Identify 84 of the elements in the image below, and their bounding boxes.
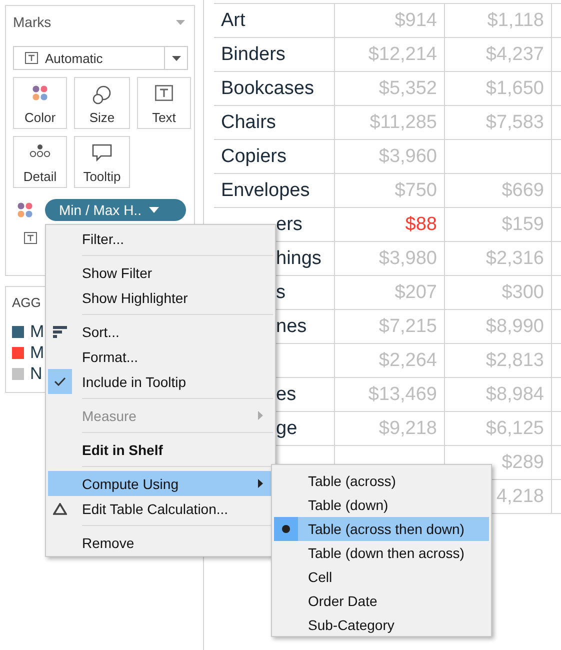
- menu-item[interactable]: Remove: [48, 530, 273, 555]
- table-cell: $750: [394, 180, 437, 202]
- sort-icon: [53, 326, 67, 338]
- row-label: Copiers: [221, 146, 286, 168]
- table-cell: $6,125: [486, 418, 544, 440]
- mark-property-button[interactable]: Detail: [13, 136, 67, 188]
- legend-title: AGG: [12, 295, 41, 310]
- legend-label: M: [30, 322, 44, 342]
- table-cell: $11,285: [370, 112, 437, 134]
- table-cell: $9,218: [378, 418, 437, 440]
- mark-property-button[interactable]: Tooltip: [74, 136, 130, 188]
- dropdown-arrow-icon[interactable]: [176, 20, 185, 24]
- row-label: es: [276, 384, 296, 406]
- table-cell: $8,984: [486, 384, 544, 406]
- row-label: Binders: [221, 44, 286, 66]
- table-cell: $13,469: [368, 384, 437, 406]
- table-cell: $159: [502, 214, 544, 236]
- text-icon: [25, 52, 38, 64]
- mark-property-button[interactable]: Color: [13, 77, 67, 129]
- menu-item[interactable]: Table (across then down): [274, 517, 489, 541]
- table-cell: $914: [394, 10, 437, 32]
- table-cell: $7,215: [378, 316, 437, 338]
- menu-item[interactable]: Show Highlighter: [48, 285, 273, 310]
- color-dots-icon: [32, 85, 48, 101]
- table-cell: $7,583: [486, 112, 544, 134]
- dots-icon: [29, 144, 51, 158]
- row-label: nes: [276, 316, 307, 338]
- menu-item[interactable]: Table (down): [274, 493, 489, 517]
- dropdown-arrow-icon: [172, 56, 180, 60]
- mark-property-button[interactable]: Size: [74, 77, 130, 129]
- menu-item[interactable]: Format...: [48, 344, 273, 369]
- row-label: ers: [276, 214, 302, 236]
- menu-item[interactable]: Order Date: [274, 589, 489, 613]
- bullet-icon: [282, 525, 290, 533]
- menu-item[interactable]: Sort...: [48, 319, 273, 344]
- menu-item[interactable]: Compute Using: [48, 471, 273, 496]
- table-cell: 4,218: [496, 486, 544, 508]
- table-cell: $207: [394, 282, 437, 304]
- menu-item[interactable]: Cell: [274, 565, 489, 589]
- table-cell: $88: [405, 214, 437, 236]
- mark-type-dropdown[interactable]: Automatic: [13, 46, 188, 70]
- menu-item[interactable]: Show Filter: [48, 260, 273, 285]
- table-cell: $2,316: [486, 248, 544, 270]
- submenu-arrow-icon: [258, 411, 263, 420]
- row-label: s: [276, 282, 286, 304]
- menu-item[interactable]: Table (across): [274, 469, 489, 493]
- row-label: Envelopes: [221, 180, 310, 202]
- row-label: Art: [221, 10, 246, 32]
- table-cell: $1,118: [487, 10, 544, 32]
- table-cell: $3,960: [378, 146, 437, 168]
- field-pill[interactable]: Min / Max H..: [45, 199, 186, 221]
- circles-icon: [92, 85, 112, 105]
- menu-item[interactable]: Include in Tooltip: [48, 369, 273, 394]
- delta-icon: [53, 502, 67, 514]
- menu-item[interactable]: Filter...: [48, 226, 273, 251]
- table-cell: $4,237: [486, 44, 544, 66]
- legend-label: N: [30, 364, 42, 384]
- table-cell: $3,980: [378, 248, 437, 270]
- text-icon: [24, 232, 37, 244]
- submenu-arrow-icon: [258, 479, 263, 488]
- menu-item[interactable]: Table (down then across): [274, 541, 489, 565]
- row-label: hings: [276, 248, 322, 270]
- menu-item[interactable]: Sub-Category: [274, 613, 489, 637]
- table-cell: $2,813: [486, 350, 544, 372]
- menu-item[interactable]: Edit Table Calculation...: [48, 496, 273, 521]
- table-cell: $289: [502, 452, 544, 474]
- color-dots-icon: [17, 202, 33, 218]
- table-cell: $5,352: [378, 78, 437, 100]
- table-cell: $8,990: [486, 316, 544, 338]
- row-label: Chairs: [221, 112, 276, 134]
- table-cell: $669: [502, 180, 544, 202]
- legend-label: M: [30, 343, 44, 363]
- row-label: ge: [276, 418, 298, 440]
- row-label: Bookcases: [221, 78, 314, 100]
- table-cell: $300: [502, 282, 544, 304]
- menu-item[interactable]: Edit in Shelf: [48, 437, 273, 462]
- caret-icon: [149, 207, 160, 213]
- table-cell: $1,650: [486, 78, 544, 100]
- marks-title: Marks: [13, 14, 52, 30]
- table-cell: $12,214: [368, 44, 437, 66]
- text-icon: [155, 85, 173, 101]
- mark-property-button[interactable]: Text: [137, 77, 191, 129]
- speech-bubble-icon: [92, 144, 112, 162]
- table-cell: $2,264: [378, 350, 437, 372]
